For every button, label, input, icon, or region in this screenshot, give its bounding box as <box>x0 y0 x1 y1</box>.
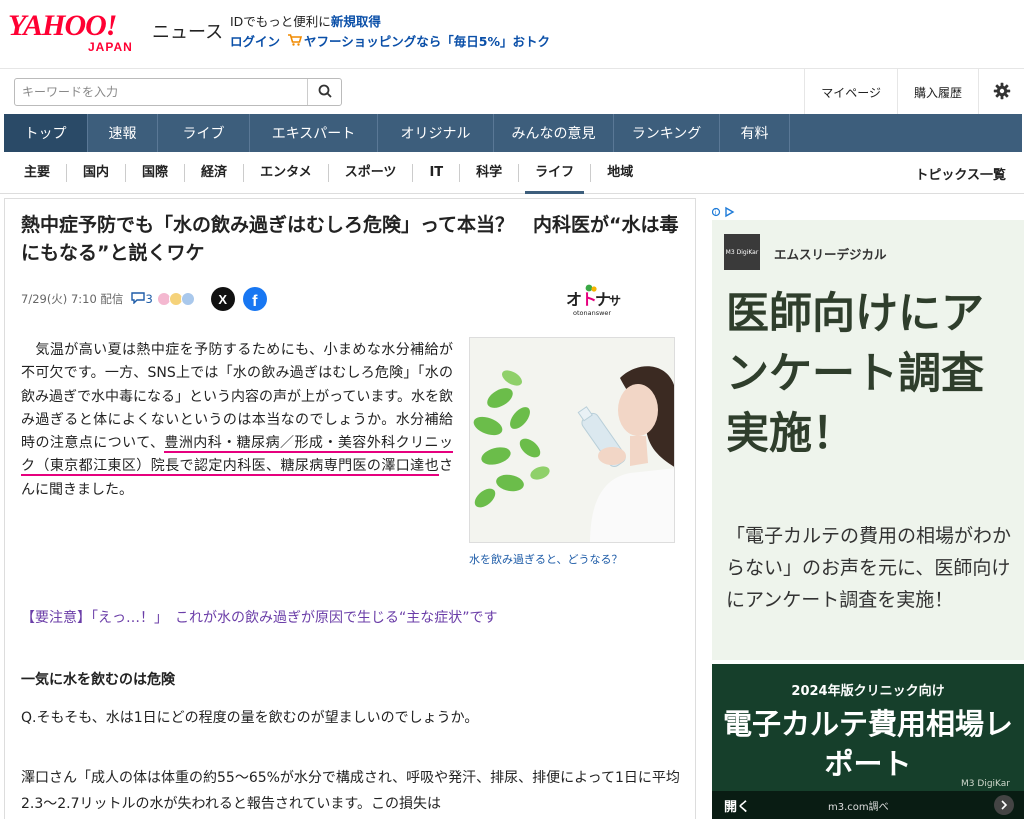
search-icon <box>318 83 332 102</box>
sidebar-ad[interactable]: i M3 DigiKar エムスリーデジカル 医師向けにアンケート調査実施！ 「… <box>711 206 1024 819</box>
x-share-icon[interactable]: X <box>210 287 235 311</box>
yahoo-japan-logo[interactable]: YAHOO! JAPAN <box>8 9 148 55</box>
main-nav-paid[interactable]: 有料 <box>720 114 790 152</box>
category-it[interactable]: IT <box>413 163 461 182</box>
category-nav: 主要 国内 国際 経済 エンタメ スポーツ IT 科学 ライフ 地域 トピックス… <box>0 152 1024 194</box>
category-sports[interactable]: スポーツ <box>329 163 414 182</box>
chevron-right-icon <box>994 795 1014 815</box>
article-meta: 7/29(火) 7:10 配信 3 X f <box>21 287 267 311</box>
ad-watermark: M3 DigiKar <box>961 779 1010 789</box>
comment-icon <box>131 291 146 307</box>
search-input[interactable] <box>15 79 305 105</box>
comment-count: 3 <box>145 292 153 306</box>
news-service-label[interactable]: ニュース <box>152 18 223 44</box>
category-domestic[interactable]: 国内 <box>67 163 127 182</box>
ad-bottom-title: 電子カルテ費用相場レポート <box>722 707 1013 781</box>
category-science[interactable]: 科学 <box>460 163 520 182</box>
article: 熱中症予防でも「水の飲み過ぎはむしろ危険」って本当？ 内科医が“水は毒にもなる”… <box>4 198 696 819</box>
category-entertainment[interactable]: エンタメ <box>244 163 329 182</box>
main-nav-breaking[interactable]: 速報 <box>88 114 158 152</box>
ad-bottom-panel: 2024年版クリニック向け 電子カルテ費用相場レポート M3 DigiKar 開… <box>712 664 1024 819</box>
reaction-learn-icon <box>180 292 195 306</box>
reaction-icons[interactable] <box>156 292 195 306</box>
svg-text:otonanswer: otonanswer <box>573 309 611 317</box>
top-header: YAHOO! JAPAN ニュース IDでもっと便利に新規取得 ログイン ヤフーシ… <box>0 0 1024 68</box>
ad-headline: 医師向けにアンケート調査実施！ <box>726 289 984 459</box>
main-nav-ranking[interactable]: ランキング <box>614 114 720 152</box>
shopping-promo-link[interactable]: ヤフーショッピングなら「毎日5%」おトク <box>304 34 550 49</box>
section-heading: 一気に水を飲むのは危険 <box>21 672 175 688</box>
source-logo[interactable]: オ ト ナ サ otonanswer <box>565 283 629 319</box>
ad-choices-icon[interactable]: i <box>711 206 738 221</box>
category-main[interactable]: 主要 <box>0 163 68 182</box>
main-nav-opinion[interactable]: みんなの意見 <box>494 114 614 152</box>
settings-button[interactable] <box>978 69 1024 115</box>
facebook-share-icon[interactable]: f <box>242 287 267 311</box>
topics-list-link[interactable]: トピックス一覧 <box>915 164 1006 183</box>
main-nav-live[interactable]: ライブ <box>158 114 250 152</box>
answer-text: 澤口さん「成人の体は体重の約55～65%が水分で構成され、呼吸や発汗、排尿、排便… <box>21 770 680 812</box>
article-body: 気温が高い夏は熱中症を予防するためにも、小まめな水分補給が不可欠です。一方、SN… <box>21 339 453 502</box>
search-row: マイページ 購入履歴 <box>0 68 1024 115</box>
register-link[interactable]: 新規取得 <box>331 14 381 29</box>
category-world[interactable]: 国際 <box>126 163 186 182</box>
purchase-history-link[interactable]: 購入履歴 <box>896 69 978 115</box>
ad-brand-name: エムスリーデジカル <box>774 247 887 262</box>
ad-open-label: 開く <box>724 799 751 815</box>
promo-prefix: IDでもっと便利に <box>230 14 331 29</box>
svg-text:サ: サ <box>609 294 621 308</box>
ad-subtext: 「電子カルテの費用の相場がわからない」のお声を元に、医師向けにアンケート調査を実… <box>726 525 1012 611</box>
ad-open-button[interactable]: 開く m3.com調べ <box>712 791 1024 819</box>
related-article-link[interactable]: 【要注意】「えっ…！」 これが水の飲み過ぎが原因で生じる“主な症状”です <box>21 607 498 627</box>
question-text: Q.そもそも、水は1日にどの程度の量を飲むのが望ましいのでしょうか。 <box>21 710 479 726</box>
article-photo[interactable] <box>469 337 675 543</box>
main-nav-original[interactable]: オリジナル <box>378 114 494 152</box>
ad-source-note: m3.com調べ <box>828 801 889 813</box>
main-nav-expert[interactable]: エキスパート <box>250 114 378 152</box>
ad-bottom-kicker: 2024年版クリニック向け <box>791 684 945 699</box>
search-box <box>14 78 342 106</box>
logo-main-text: YAHOO! <box>8 9 117 42</box>
promo-area: IDでもっと便利に新規取得 ログイン ヤフーショッピングなら「毎日5%」おトク <box>230 12 550 53</box>
gear-icon <box>993 82 1011 103</box>
category-business[interactable]: 経済 <box>185 163 245 182</box>
login-link[interactable]: ログイン <box>230 34 280 49</box>
search-button[interactable] <box>307 79 341 105</box>
svg-text:オ: オ <box>566 290 582 309</box>
main-nav-top[interactable]: トップ <box>4 114 88 152</box>
category-local[interactable]: 地域 <box>591 164 649 182</box>
category-life[interactable]: ライフ <box>519 163 592 194</box>
publish-date: 7/29(火) 7:10 配信 <box>21 292 124 306</box>
cart-icon <box>288 33 303 53</box>
ad-top-panel: M3 DigiKar エムスリーデジカル 医師向けにアンケート調査実施！ 「電子… <box>712 220 1024 660</box>
logo-sub-text: JAPAN <box>88 40 133 54</box>
ad-brand-logo: M3 DigiKar <box>724 234 760 270</box>
comments-link[interactable]: 3 <box>131 291 153 307</box>
photo-caption[interactable]: 水を飲み過ぎると、どうなる？ <box>469 551 623 567</box>
main-nav: トップ 速報 ライブ エキスパート オリジナル みんなの意見 ランキング 有料 <box>4 114 1022 152</box>
article-title: 熱中症予防でも「水の飲み過ぎはむしろ危険」って本当？ 内科医が“水は毒にもなる”… <box>21 214 679 264</box>
mypage-link[interactable]: マイページ <box>804 69 897 115</box>
utility-links: マイページ 購入履歴 <box>804 69 1024 115</box>
